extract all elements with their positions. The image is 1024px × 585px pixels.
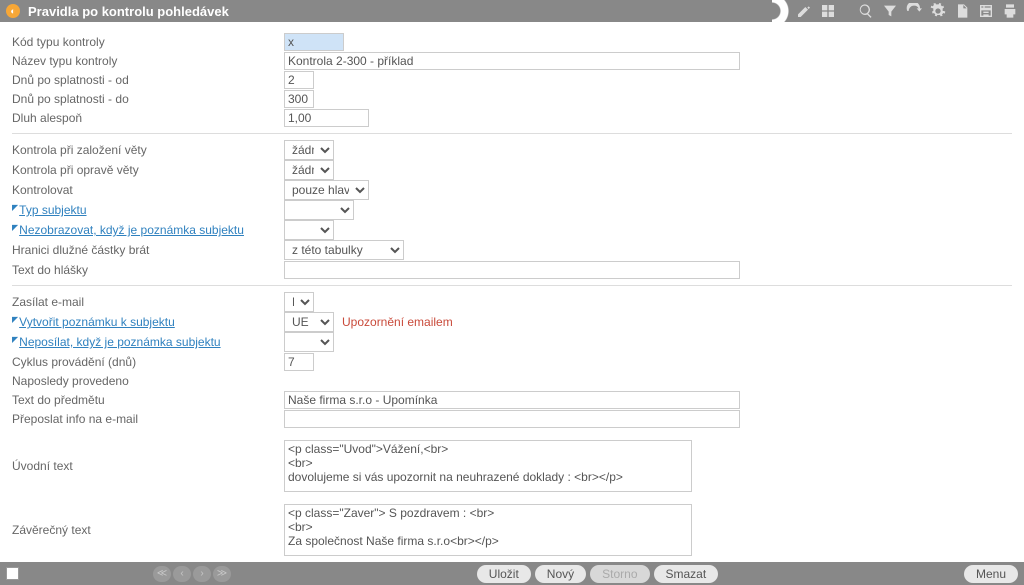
zasilat-label: Zasílat e-mail [12, 294, 284, 310]
window-header: ◐ Pravidla po kontrolu pohledávek [0, 0, 1024, 22]
neposilat-label: ◤Neposílat, když je poznámka subjektu [12, 334, 284, 350]
footer-bar: ≪ ‹ › ≫ Uložit Nový Storno Smazat Menu [0, 562, 1024, 585]
dnu-do-input[interactable] [284, 90, 314, 108]
delete-button[interactable]: Smazat [654, 565, 719, 583]
window-title: Pravidla po kontrolu pohledávek [28, 4, 229, 19]
kontrolovat-select[interactable]: pouze hlavičky [284, 180, 369, 200]
text-hlasky-input[interactable] [284, 261, 740, 279]
hranici-select[interactable]: z této tabulky [284, 240, 404, 260]
kontrola-oprave-select[interactable]: žádná [284, 160, 334, 180]
filter-icon[interactable] [882, 3, 898, 19]
cyklus-input[interactable] [284, 353, 314, 371]
typ-subjektu-link[interactable]: Typ subjektu [19, 203, 86, 217]
preposlat-label: Přeposlat info na e-mail [12, 411, 284, 427]
kod-typu-label: Kód typu kontroly [12, 34, 284, 50]
dluh-label: Dluh alespoň [12, 110, 284, 126]
text-predmet-input[interactable] [284, 391, 740, 409]
typ-subjektu-label: ◤Typ subjektu [12, 202, 284, 218]
cancel-button: Storno [590, 565, 649, 583]
print-icon[interactable] [1002, 3, 1018, 19]
vytvorit-label: ◤Vytvořit poznámku k subjektu [12, 314, 284, 330]
zasilat-select[interactable]: Ne [284, 292, 314, 312]
kontrola-oprave-label: Kontrola při opravě věty [12, 162, 284, 178]
new-button[interactable]: Nový [535, 565, 586, 583]
neposilat-select[interactable] [284, 332, 334, 352]
text-predmet-label: Text do předmětu [12, 392, 284, 408]
preposlat-input[interactable] [284, 410, 740, 428]
kontrolovat-label: Kontrolovat [12, 182, 284, 198]
settings-icon[interactable] [930, 3, 946, 19]
zaverecny-textarea[interactable] [284, 504, 692, 556]
nezobrazovat-link[interactable]: Nezobrazovat, když je poznámka subjektu [19, 223, 244, 237]
nav-next-icon[interactable]: › [193, 566, 211, 582]
nav-prev-icon[interactable]: ‹ [173, 566, 191, 582]
kontrola-zalozeni-select[interactable]: žádná [284, 140, 334, 160]
edit-icon[interactable] [796, 3, 812, 19]
uvodni-label: Úvodní text [12, 458, 284, 474]
nav-last-icon[interactable]: ≫ [213, 566, 231, 582]
save-button[interactable]: Uložit [477, 565, 531, 583]
naposledy-label: Naposledy provedeno [12, 373, 284, 389]
dnu-do-label: Dnů po splatnosti - do [12, 91, 284, 107]
vytvorit-desc: Upozornění emailem [342, 315, 453, 329]
refresh-icon[interactable] [906, 3, 922, 19]
neposilat-link[interactable]: Neposílat, když je poznámka subjektu [19, 335, 220, 349]
nezobrazovat-label: ◤Nezobrazovat, když je poznámka subjektu [12, 222, 284, 238]
form-content: Kód typu kontroly Název typu kontroly Dn… [0, 22, 1024, 562]
nazev-typu-input[interactable] [284, 52, 740, 70]
vytvorit-select[interactable]: UE [284, 312, 334, 332]
uvodni-textarea[interactable] [284, 440, 692, 492]
search-icon[interactable] [858, 3, 874, 19]
export-icon[interactable] [978, 3, 994, 19]
dnu-od-input[interactable] [284, 71, 314, 89]
kod-typu-input[interactable] [284, 33, 344, 51]
zaverecny-label: Závěrečný text [12, 522, 284, 538]
dnu-od-label: Dnů po splatnosti - od [12, 72, 284, 88]
vytvorit-link[interactable]: Vytvořit poznámku k subjektu [19, 315, 175, 329]
menu-button[interactable]: Menu [964, 565, 1018, 583]
nav-first-icon[interactable]: ≪ [153, 566, 171, 582]
nezobrazovat-select[interactable] [284, 220, 334, 240]
nazev-typu-label: Název typu kontroly [12, 53, 284, 69]
app-icon: ◐ [6, 4, 20, 18]
hranici-label: Hranici dlužné částky brát [12, 242, 284, 258]
cyklus-label: Cyklus provádění (dnů) [12, 354, 284, 370]
header-curve [772, 0, 796, 22]
grid-icon[interactable] [820, 3, 836, 19]
dluh-input[interactable] [284, 109, 369, 127]
nav-group: ≪ ‹ › ≫ [153, 566, 231, 582]
typ-subjektu-select[interactable] [284, 200, 354, 220]
kontrola-zalozeni-label: Kontrola při založení věty [12, 142, 284, 158]
document-icon[interactable] [954, 3, 970, 19]
text-hlasky-label: Text do hlášky [12, 262, 284, 278]
footer-checkbox[interactable] [6, 567, 19, 580]
header-toolbar [796, 3, 1018, 19]
